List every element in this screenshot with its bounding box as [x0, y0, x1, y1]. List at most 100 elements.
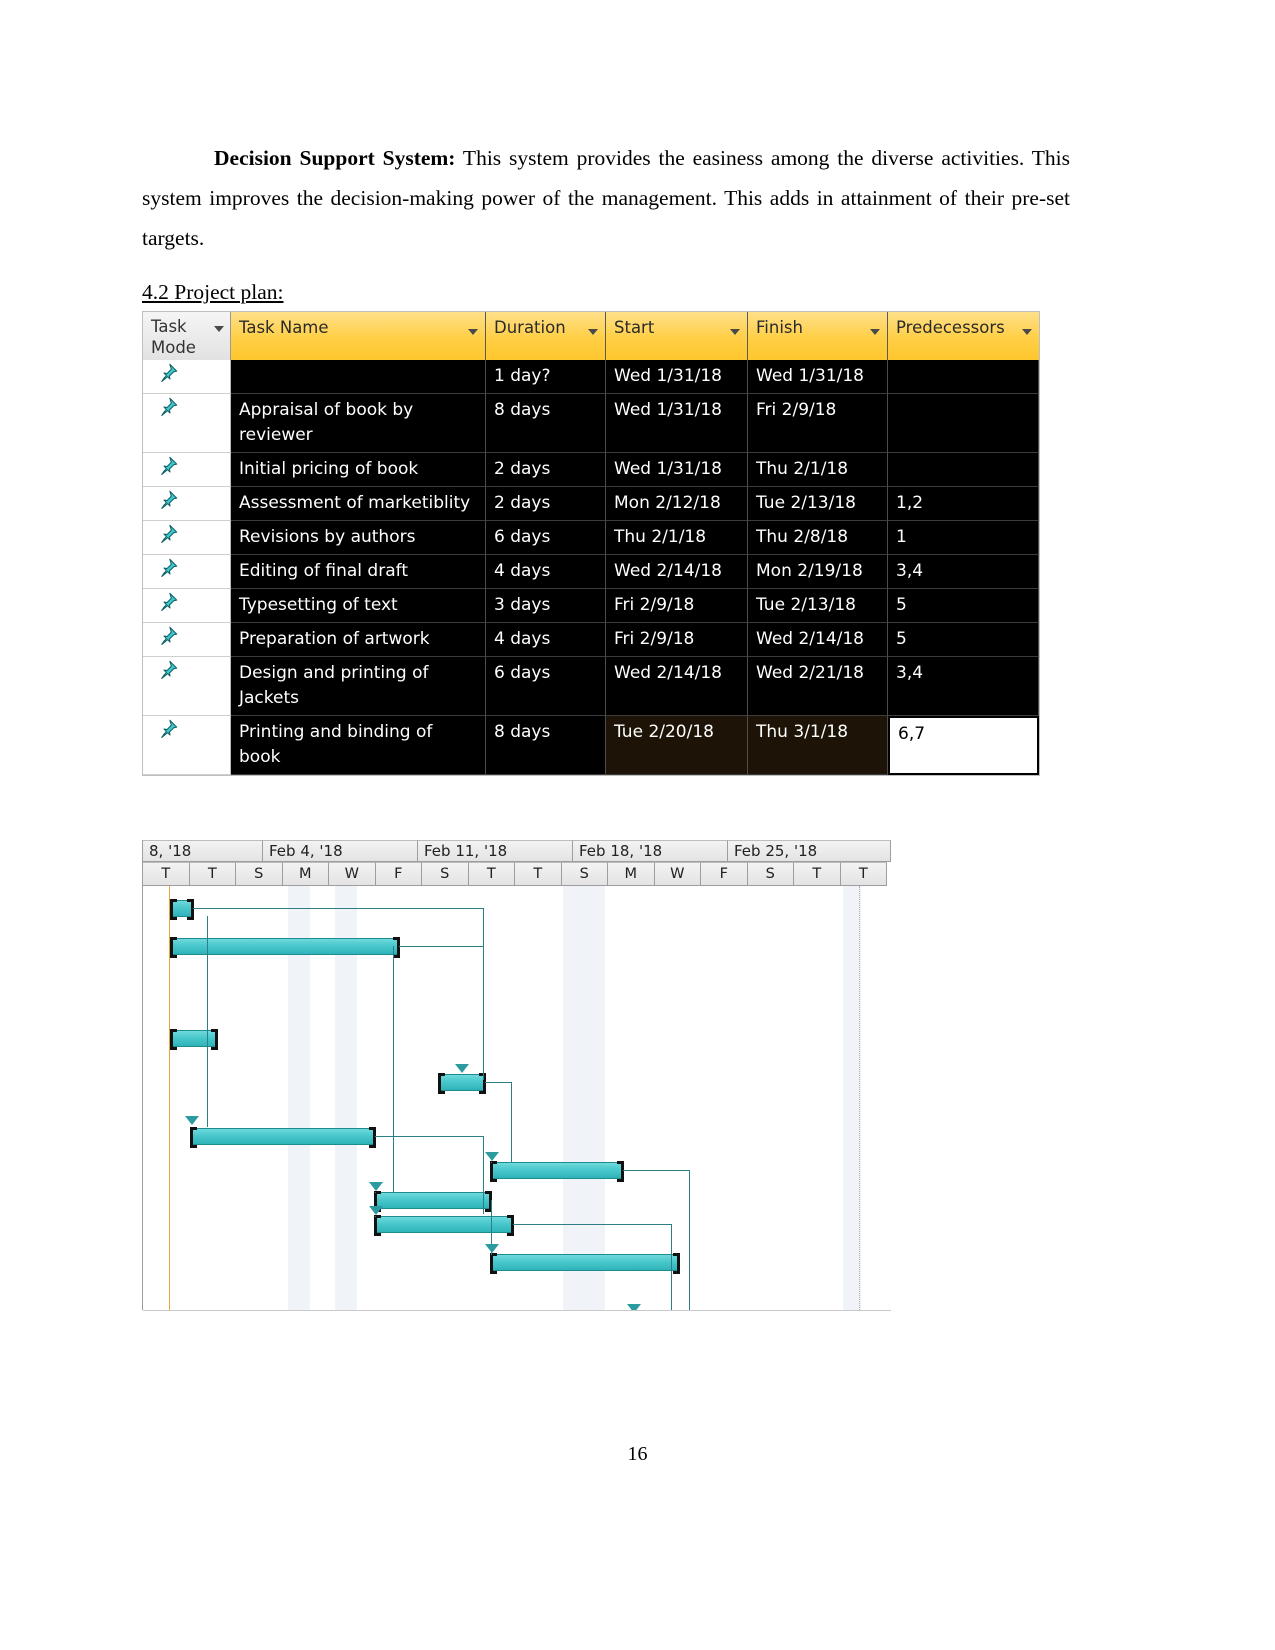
cell-task-mode[interactable] — [143, 487, 231, 521]
cell-task-name[interactable]: Design and printing of Jackets — [231, 657, 486, 716]
cell-predecessors[interactable] — [888, 394, 1039, 453]
cell-duration[interactable]: 1 day? — [486, 360, 606, 394]
chevron-down-icon[interactable] — [730, 329, 740, 335]
chevron-down-icon[interactable] — [214, 326, 224, 332]
cell-duration[interactable]: 3 days — [486, 589, 606, 623]
cell-start[interactable]: Thu 2/1/18 — [606, 521, 748, 555]
chevron-down-icon[interactable] — [1022, 329, 1032, 335]
cell-task-name[interactable]: Assessment of marketiblity — [231, 487, 486, 521]
cell-duration[interactable]: 8 days — [486, 716, 606, 775]
column-header-task-mode[interactable]: Task Mode — [143, 312, 231, 360]
gantt-canvas[interactable] — [143, 886, 891, 1311]
cell-task-mode[interactable] — [143, 555, 231, 589]
cell-finish[interactable]: Fri 2/9/18 — [748, 394, 888, 453]
cell-start[interactable]: Fri 2/9/18 — [606, 589, 748, 623]
cell-finish[interactable]: Tue 2/13/18 — [748, 487, 888, 521]
cell-task-mode[interactable] — [143, 453, 231, 487]
cell-start[interactable]: Wed 2/14/18 — [606, 555, 748, 589]
cell-finish[interactable]: Thu 2/1/18 — [748, 453, 888, 487]
cell-duration[interactable]: 6 days — [486, 657, 606, 716]
cell-finish[interactable]: Wed 1/31/18 — [748, 360, 888, 394]
gantt-bar[interactable] — [170, 899, 194, 920]
gantt-dependency-link — [671, 1224, 672, 1310]
chevron-down-icon[interactable] — [468, 329, 478, 335]
cell-task-name[interactable]: Appraisal of book by reviewer — [231, 394, 486, 453]
gantt-day-label: W — [329, 862, 376, 886]
chevron-down-icon[interactable] — [870, 329, 880, 335]
cell-start[interactable]: Mon 2/12/18 — [606, 487, 748, 521]
cell-task-name[interactable]: Revisions by authors — [231, 521, 486, 555]
column-header-finish[interactable]: Finish — [748, 312, 888, 360]
cell-task-name[interactable]: Initial pricing of book — [231, 453, 486, 487]
column-header-duration[interactable]: Duration — [486, 312, 606, 360]
cell-task-mode[interactable] — [143, 394, 231, 453]
table-row[interactable]: Printing and binding of book 8 days Tue 2/… — [143, 716, 1039, 775]
cell-task-name[interactable]: Printing and binding of book — [231, 716, 486, 775]
cell-predecessors[interactable]: 1,2 — [888, 487, 1039, 521]
cell-task-mode[interactable] — [143, 657, 231, 716]
gantt-bar[interactable] — [170, 937, 400, 958]
gantt-dependency-link — [483, 1136, 484, 1214]
cell-finish[interactable]: Thu 3/1/18 — [748, 716, 888, 775]
column-header-predecessors[interactable]: Predecessors — [888, 312, 1039, 360]
gantt-dependency-link — [483, 946, 484, 1066]
cell-finish[interactable]: Thu 2/8/18 — [748, 521, 888, 555]
table-row[interactable]: Assessment of marketiblity 2 days Mon 2/12… — [143, 487, 1039, 521]
table-row[interactable]: Preparation of artwork 4 days Fri 2/9/18 We… — [143, 623, 1039, 657]
cell-duration[interactable]: 8 days — [486, 394, 606, 453]
cell-start[interactable]: Tue 2/20/18 — [606, 716, 748, 775]
gantt-bar[interactable] — [490, 1253, 680, 1274]
gantt-chart[interactable]: 8, '18 Feb 4, '18 Feb 11, '18 Feb 18, '18 Fe… — [142, 840, 891, 1311]
cell-task-mode[interactable] — [143, 623, 231, 657]
cell-finish[interactable]: Mon 2/19/18 — [748, 555, 888, 589]
table-row[interactable]: Initial pricing of book 2 days Wed 1/31/18… — [143, 453, 1039, 487]
cell-duration[interactable]: 4 days — [486, 555, 606, 589]
cell-start[interactable]: Wed 1/31/18 — [606, 360, 748, 394]
cell-predecessors[interactable]: 3,4 — [888, 657, 1039, 716]
cell-duration[interactable]: 2 days — [486, 453, 606, 487]
cell-start[interactable]: Wed 1/31/18 — [606, 394, 748, 453]
table-row[interactable]: Typesetting of text 3 days Fri 2/9/18 Tue 2… — [143, 589, 1039, 623]
column-header-start[interactable]: Start — [606, 312, 748, 360]
cell-predecessors[interactable] — [888, 453, 1039, 487]
cell-finish[interactable]: Wed 2/14/18 — [748, 623, 888, 657]
cell-finish[interactable]: Wed 2/21/18 — [748, 657, 888, 716]
cell-predecessors[interactable]: 5 — [888, 589, 1039, 623]
cell-start[interactable]: Wed 1/31/18 — [606, 453, 748, 487]
cell-task-mode[interactable] — [143, 589, 231, 623]
column-header-task-name[interactable]: Task Name — [231, 312, 486, 360]
cell-predecessors[interactable]: 5 — [888, 623, 1039, 657]
cell-task-mode[interactable] — [143, 716, 231, 775]
cell-predecessors[interactable] — [888, 360, 1039, 394]
gantt-bar[interactable] — [170, 1029, 218, 1050]
cell-task-mode[interactable] — [143, 521, 231, 555]
cell-predecessors[interactable]: 3,4 — [888, 555, 1039, 589]
cell-task-name[interactable]: Typesetting of text — [231, 589, 486, 623]
paragraph-decision-support-system: Decision Support System: This system pro… — [142, 138, 1070, 258]
gantt-bar[interactable] — [374, 1191, 492, 1212]
cell-task-name[interactable]: Editing of final draft — [231, 555, 486, 589]
project-task-table[interactable]: Task Mode Task Name Duration Start Finis… — [143, 312, 1039, 775]
table-row[interactable]: Editing of final draft 4 days Wed 2/14/18 M… — [143, 555, 1039, 589]
gantt-bar[interactable] — [490, 1161, 624, 1182]
cell-predecessors[interactable]: 6,7 — [888, 716, 1039, 775]
cell-finish[interactable]: Tue 2/13/18 — [748, 589, 888, 623]
cell-task-mode[interactable] — [143, 360, 231, 394]
cell-duration[interactable]: 6 days — [486, 521, 606, 555]
cell-duration[interactable]: 2 days — [486, 487, 606, 521]
cell-task-name[interactable]: Preparation of artwork — [231, 623, 486, 657]
gantt-bar[interactable] — [438, 1073, 486, 1094]
cell-start[interactable]: Wed 2/14/18 — [606, 657, 748, 716]
gantt-bar[interactable] — [190, 1127, 376, 1148]
chevron-down-icon[interactable] — [588, 329, 598, 335]
table-row[interactable]: Appraisal of book by reviewer 8 days Wed 1… — [143, 394, 1039, 453]
gantt-link-arrow-icon — [485, 1244, 499, 1253]
table-row[interactable]: Revisions by authors 6 days Thu 2/1/18 Thu … — [143, 521, 1039, 555]
cell-duration[interactable]: 4 days — [486, 623, 606, 657]
table-row[interactable]: Design and printing of Jackets 6 days Wed … — [143, 657, 1039, 716]
gantt-bar[interactable] — [374, 1215, 514, 1236]
cell-start[interactable]: Fri 2/9/18 — [606, 623, 748, 657]
cell-task-name[interactable] — [231, 360, 486, 394]
cell-predecessors[interactable]: 1 — [888, 521, 1039, 555]
table-row[interactable]: 1 day? Wed 1/31/18 Wed 1/31/18 — [143, 360, 1039, 394]
